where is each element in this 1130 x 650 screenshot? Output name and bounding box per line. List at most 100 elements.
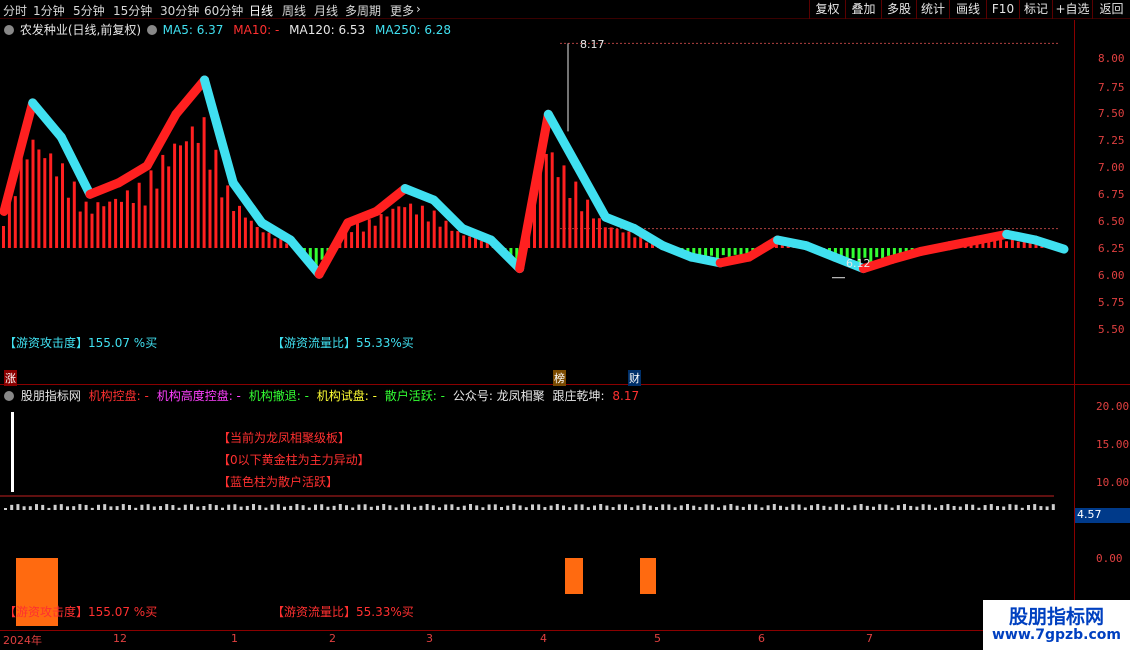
volume-bar — [261, 232, 265, 248]
volume-bar — [66, 197, 70, 248]
period-monthly[interactable]: 月线 — [314, 2, 338, 19]
volume-bar — [43, 158, 47, 248]
retail-bar — [531, 504, 534, 510]
volume-bar — [31, 139, 35, 248]
back-button[interactable]: 返回 — [1092, 0, 1130, 19]
ma-line-segment — [343, 206, 381, 228]
retail-bar — [456, 506, 460, 510]
collapse-icon[interactable] — [4, 25, 14, 35]
date-tick: 12 — [113, 632, 127, 645]
retail-bar — [481, 507, 485, 510]
toolbar: 分时 1分钟 5分钟 15分钟 30分钟 60分钟 日线 周线 月线 多周期 更… — [0, 0, 1130, 19]
retail-bar — [822, 505, 826, 510]
retail-bar — [828, 506, 832, 510]
retail-bar — [934, 507, 937, 510]
more-chevron-icon[interactable]: › — [416, 2, 421, 16]
period-30min[interactable]: 30分钟 — [160, 2, 199, 19]
retail-bar — [555, 504, 559, 510]
ma-line-segment — [801, 241, 840, 262]
retail-bar — [593, 505, 596, 510]
date-tick: 1 — [231, 632, 238, 645]
volume-bar — [456, 231, 460, 248]
sub-tick: 10.00 — [1096, 476, 1130, 489]
volume-bar — [25, 159, 29, 248]
period-fenshi[interactable]: 分时 — [3, 2, 27, 19]
date-tick: 4 — [540, 632, 547, 645]
retail-bar — [878, 504, 882, 510]
retail-bar — [915, 506, 919, 510]
period-15min[interactable]: 15分钟 — [113, 2, 152, 19]
retail-bar — [952, 505, 956, 510]
volume-bar — [438, 226, 442, 248]
retail-bar — [611, 507, 615, 510]
period-5min[interactable]: 5分钟 — [73, 2, 105, 19]
retail-bar — [698, 506, 702, 510]
retail-bar — [748, 504, 751, 510]
volume-bar — [232, 211, 236, 248]
f10-button[interactable]: F10 — [986, 0, 1019, 19]
sub-attack-degree-label: 【游资攻击度】155.07 %买 — [4, 605, 158, 619]
limit-up-marker[interactable]: 涨 — [4, 370, 17, 386]
ma250-label: MA250: 6.28 — [375, 23, 452, 37]
low-price-marker: 6.12 — [846, 257, 871, 270]
volume-bar — [55, 176, 59, 248]
volume-bar — [562, 165, 566, 248]
retail-bar — [884, 504, 888, 510]
retail-bar — [1002, 506, 1006, 510]
retail-bar — [617, 504, 621, 510]
stats-button[interactable]: 统计 — [916, 0, 949, 19]
period-more[interactable]: 更多 — [390, 2, 414, 19]
period-weekly[interactable]: 周线 — [282, 2, 306, 19]
retail-bar — [1020, 507, 1024, 510]
ma-line-segment — [85, 178, 124, 199]
retail-bar — [314, 504, 317, 510]
retail-bar — [977, 507, 981, 510]
draw-line-button[interactable]: 画线 — [949, 0, 986, 19]
period-daily[interactable]: 日线 — [249, 2, 273, 19]
volume-bar — [462, 235, 466, 248]
period-multi[interactable]: 多周期 — [345, 2, 381, 19]
retail-bar — [388, 505, 392, 510]
retail-bar — [66, 506, 69, 510]
fuquan-button[interactable]: 复权 — [809, 0, 845, 19]
retail-bar — [121, 504, 125, 510]
ma-line-segment — [658, 241, 697, 262]
retail-bar — [537, 504, 541, 510]
ma-line-segment — [400, 184, 439, 205]
volume-bar — [19, 158, 23, 248]
volume-bar — [367, 219, 371, 248]
retail-bar — [438, 507, 441, 510]
retail-bar — [605, 505, 609, 510]
retail-bar — [927, 504, 931, 510]
volume-bar — [125, 190, 129, 248]
volume-bar — [597, 218, 601, 248]
finance-marker[interactable]: 财 — [628, 370, 641, 386]
retail-bar — [493, 504, 497, 510]
price-chart[interactable] — [0, 20, 1074, 384]
indicator-chart[interactable] — [0, 400, 1074, 630]
volume-bar — [432, 210, 436, 248]
multi-stock-button[interactable]: 多股 — [881, 0, 916, 19]
volume-bar — [226, 185, 230, 248]
date-tick: 6 — [758, 632, 765, 645]
price-tick: 6.25 — [1098, 242, 1125, 255]
retail-bar — [90, 507, 94, 510]
mark-button[interactable]: 标记 — [1019, 0, 1052, 19]
retail-bar — [431, 505, 435, 510]
volume-bar — [61, 163, 64, 248]
dragon-tiger-marker[interactable]: 榜 — [553, 370, 566, 386]
sub-tick: 15.00 — [1096, 438, 1130, 451]
period-60min[interactable]: 60分钟 — [204, 2, 243, 19]
price-tick: 7.50 — [1098, 107, 1125, 120]
retail-bar — [202, 505, 206, 510]
period-1min[interactable]: 1分钟 — [33, 2, 65, 19]
retail-bar — [487, 504, 491, 510]
overlay-button[interactable]: 叠加 — [845, 0, 881, 19]
volume-bar — [1005, 241, 1008, 248]
add-watchlist-button[interactable]: +自选 — [1052, 0, 1092, 19]
retail-bar — [518, 505, 522, 510]
retail-bar — [295, 504, 299, 510]
retail-bar — [165, 504, 169, 510]
settings-icon[interactable] — [146, 25, 157, 35]
ma-line-segment — [601, 212, 639, 234]
